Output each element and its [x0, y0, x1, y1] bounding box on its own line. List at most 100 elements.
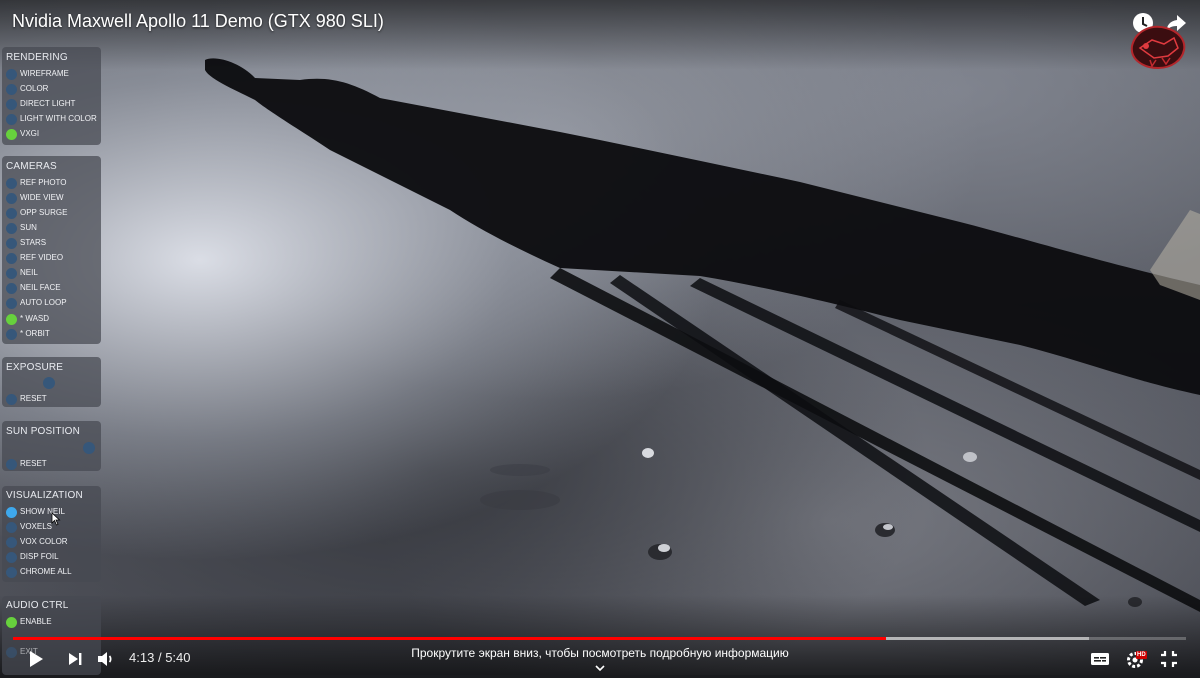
hd-badge: HD: [1136, 651, 1147, 659]
option-light-with-color[interactable]: LIGHT WITH COLOR: [6, 113, 101, 126]
exposure-panel-title: EXPOSURE: [6, 362, 64, 373]
lunar-surface-scene: [205, 58, 1200, 612]
toggle-dot[interactable]: [6, 84, 17, 95]
toggle-dot-active[interactable]: [6, 314, 17, 325]
visualization-panel: VISUALIZATION SHOW NEIL VOXELS VOX COLOR…: [2, 486, 101, 582]
option-label: VXGI: [20, 129, 40, 138]
option-label: DISP FOIL: [20, 552, 59, 561]
toggle-dot[interactable]: [6, 298, 17, 309]
option-label: * WASD: [20, 314, 50, 323]
toggle-dot[interactable]: [6, 268, 17, 279]
option-vxgi[interactable]: VXGI: [6, 128, 101, 141]
sun-position-slider-knob[interactable]: [83, 442, 95, 454]
toggle-dot[interactable]: [6, 238, 17, 249]
toggle-dot[interactable]: [6, 329, 17, 340]
vis-chrome-all[interactable]: CHROME ALL: [6, 566, 101, 579]
camera-wasd[interactable]: * WASD: [6, 313, 101, 326]
duration: 5:40: [165, 650, 191, 665]
next-icon[interactable]: [64, 648, 86, 670]
toggle-dot[interactable]: [6, 193, 17, 204]
toggle-dot-hover[interactable]: [6, 507, 17, 518]
toggle-dot[interactable]: [6, 647, 17, 658]
option-label: VOXELS: [20, 522, 53, 531]
toggle-dot[interactable]: [6, 537, 17, 548]
visualization-panel-title: VISUALIZATION: [6, 490, 83, 501]
current-time: 4:13: [129, 650, 155, 665]
chevron-down-icon[interactable]: [593, 660, 607, 672]
exposure-panel: EXPOSURE RESET: [2, 357, 101, 407]
option-color[interactable]: COLOR: [6, 83, 101, 96]
toggle-dot[interactable]: [6, 459, 17, 470]
camera-ref-photo[interactable]: REF PHOTO: [6, 177, 101, 190]
time-separator: /: [157, 650, 162, 665]
vis-disp-foil[interactable]: DISP FOIL: [6, 551, 101, 564]
toggle-dot-active[interactable]: [6, 129, 17, 140]
option-label: REF VIDEO: [20, 253, 64, 262]
sun-position-panel-title: SUN POSITION: [6, 426, 81, 437]
option-label: ENABLE: [20, 617, 52, 626]
channel-logo[interactable]: [1122, 18, 1192, 76]
camera-neil[interactable]: NEIL: [6, 267, 101, 280]
toggle-dot[interactable]: [6, 394, 17, 405]
audio-panel: AUDIO CTRL ENABLE EXIT: [2, 596, 101, 675]
sun-position-panel: SUN POSITION RESET: [2, 421, 101, 471]
option-label: COLOR: [20, 84, 49, 93]
toggle-dot[interactable]: [6, 223, 17, 234]
progress-bar[interactable]: [13, 637, 1186, 640]
play-icon[interactable]: [25, 648, 47, 670]
audio-exit[interactable]: EXIT: [6, 646, 101, 659]
option-label: CHROME ALL: [20, 567, 72, 576]
toggle-dot[interactable]: [6, 208, 17, 219]
toggle-dot-active[interactable]: [6, 617, 17, 628]
camera-stars[interactable]: STARS: [6, 237, 101, 250]
camera-ref-video[interactable]: REF VIDEO: [6, 252, 101, 265]
option-label: REF PHOTO: [20, 178, 67, 187]
camera-wide-view[interactable]: WIDE VIEW: [6, 192, 101, 205]
toggle-dot[interactable]: [6, 253, 17, 264]
scroll-hint: Прокрутите экран вниз, чтобы посмотреть …: [411, 646, 789, 660]
exposure-reset[interactable]: RESET: [6, 393, 101, 406]
cameras-panel-title: CAMERAS: [6, 161, 57, 172]
option-label: RESET: [20, 394, 47, 403]
option-label: VOX COLOR: [20, 537, 68, 546]
toggle-dot[interactable]: [6, 567, 17, 578]
audio-enable[interactable]: ENABLE: [6, 616, 101, 629]
rendering-panel-title: RENDERING: [6, 52, 68, 63]
subtitles-icon[interactable]: [1089, 648, 1111, 670]
option-direct-light[interactable]: DIRECT LIGHT: [6, 98, 101, 111]
toggle-dot[interactable]: [6, 283, 17, 294]
toggle-dot[interactable]: [6, 178, 17, 189]
camera-neil-face[interactable]: NEIL FACE: [6, 282, 101, 295]
settings-icon[interactable]: HD: [1125, 648, 1147, 670]
camera-orbit[interactable]: * ORBIT: [6, 328, 101, 341]
option-label: NEIL: [20, 268, 38, 277]
option-label: RESET: [20, 459, 47, 468]
option-label: LIGHT WITH COLOR: [20, 114, 97, 123]
option-wireframe[interactable]: WIREFRAME: [6, 68, 101, 81]
camera-auto-loop[interactable]: AUTO LOOP: [6, 297, 101, 310]
camera-opp-surge[interactable]: OPP SURGE: [6, 207, 101, 220]
toggle-dot[interactable]: [6, 99, 17, 110]
sun-position-reset[interactable]: RESET: [6, 458, 101, 471]
toggle-dot[interactable]: [6, 552, 17, 563]
video-title[interactable]: Nvidia Maxwell Apollo 11 Demo (GTX 980 S…: [12, 11, 384, 32]
camera-sun[interactable]: SUN: [6, 222, 101, 235]
option-label: WIREFRAME: [20, 69, 69, 78]
toggle-dot[interactable]: [6, 522, 17, 533]
cameras-panel: CAMERAS REF PHOTO WIDE VIEW OPP SURGE SU…: [2, 156, 101, 344]
mouse-cursor-icon: [51, 512, 61, 526]
rendering-panel: RENDERING WIREFRAME COLOR DIRECT LIGHT L…: [2, 47, 101, 145]
exposure-slider-knob[interactable]: [43, 377, 55, 389]
option-label: SUN: [20, 223, 37, 232]
option-label: * ORBIT: [20, 329, 50, 338]
volume-icon[interactable]: [95, 648, 117, 670]
option-label: OPP SURGE: [20, 208, 68, 217]
toggle-dot[interactable]: [6, 114, 17, 125]
video-frame[interactable]: [0, 0, 1200, 675]
progress-played: [13, 637, 886, 640]
time-display: 4:13 / 5:40: [129, 650, 191, 665]
vis-vox-color[interactable]: VOX COLOR: [6, 536, 101, 549]
fullscreen-exit-icon[interactable]: [1158, 648, 1180, 670]
option-label: WIDE VIEW: [20, 193, 64, 202]
toggle-dot[interactable]: [6, 69, 17, 80]
